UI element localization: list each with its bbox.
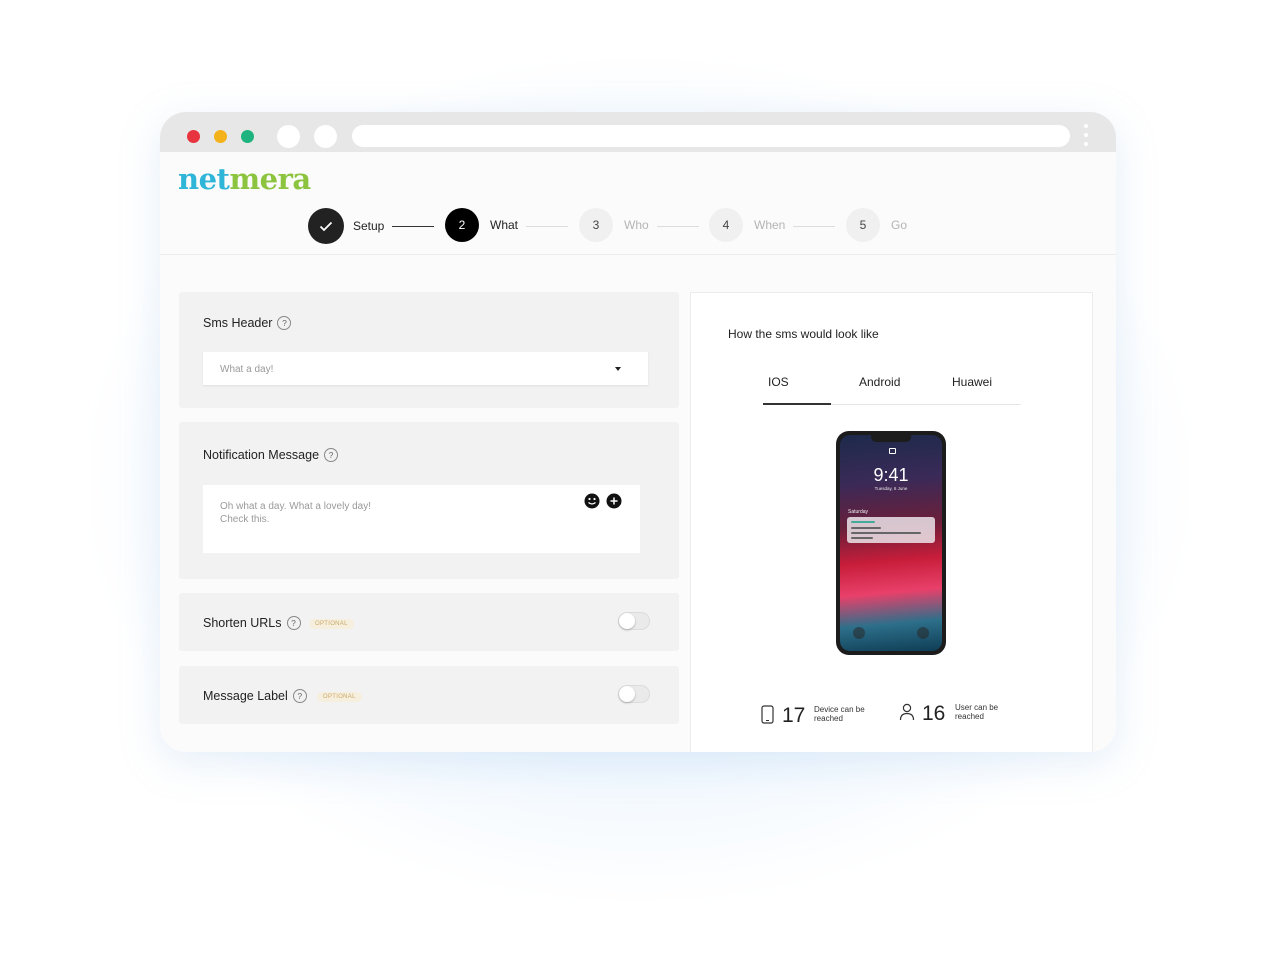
optional-badge: OPTIONAL <box>317 692 362 702</box>
tab-android[interactable]: Android <box>859 375 900 389</box>
forward-nav-button[interactable] <box>314 125 337 148</box>
notification-body-line <box>851 537 873 539</box>
help-icon[interactable]: ? <box>286 616 301 630</box>
devices-reachable-count: 17 <box>782 704 806 727</box>
message-label-toggle[interactable] <box>618 685 650 703</box>
browser-chrome <box>160 112 1116 152</box>
users-reachable-count: 16 <box>922 702 946 725</box>
notification-message-card: Notification Message? Oh what a day. Wha… <box>179 422 679 579</box>
step-connector <box>392 226 434 227</box>
notification-message-title: Notification Message? <box>203 448 339 462</box>
preview-title: How the sms would look like <box>728 327 879 341</box>
minimize-window-dot[interactable] <box>214 130 227 143</box>
sms-header-title-text: Sms Header <box>203 316 273 330</box>
toggle-knob <box>619 613 635 629</box>
tab-huawei[interactable]: Huawei <box>952 375 992 389</box>
message-line-1: Oh what a day. What a lovely day! <box>220 501 372 512</box>
notification-day-label: Saturday <box>848 509 869 515</box>
flashlight-icon <box>853 627 865 639</box>
message-line-2: Check this. <box>220 514 270 525</box>
netmera-logo[interactable]: netmera <box>178 162 311 196</box>
camera-icon <box>917 627 929 639</box>
step-what-number[interactable]: 2 <box>445 208 479 242</box>
sms-header-card: Sms Header? What a day! <box>179 292 679 408</box>
tab-ios[interactable]: IOS <box>768 375 789 389</box>
notification-message-title-text: Notification Message <box>203 448 320 462</box>
sms-preview-panel: How the sms would look like IOS Android … <box>690 292 1093 752</box>
step-setup-label[interactable]: Setup <box>353 219 384 233</box>
close-window-dot[interactable] <box>187 130 200 143</box>
browser-window: netmera Setup 2 What 3 Who 4 When 5 Go S… <box>160 112 1116 752</box>
back-nav-button[interactable] <box>277 125 300 148</box>
step-when-label[interactable]: When <box>754 218 785 232</box>
toggle-knob <box>619 686 635 702</box>
step-connector <box>526 226 568 227</box>
user-icon <box>899 703 915 721</box>
step-what-label[interactable]: What <box>490 218 518 232</box>
phone-notch <box>871 435 911 442</box>
emoji-icon[interactable] <box>584 493 600 509</box>
active-tab-indicator <box>763 403 831 405</box>
step-connector <box>657 226 699 227</box>
shorten-urls-toggle[interactable] <box>618 612 650 630</box>
phone-mockup: 9:41 Tuesday, 6 June Saturday <box>836 431 946 655</box>
step-go-number[interactable]: 5 <box>846 208 880 242</box>
sms-header-select[interactable]: What a day! <box>203 352 648 385</box>
lock-icon <box>889 448 896 454</box>
step-who-label[interactable]: Who <box>624 218 649 232</box>
users-reachable-label: User can be reached <box>955 703 999 721</box>
browser-menu-icon[interactable] <box>1084 124 1088 150</box>
notification-app-line <box>851 521 875 523</box>
sms-header-value: What a day! <box>220 364 274 375</box>
shorten-urls-title-text: Shorten URLs <box>203 616 282 630</box>
phone-clock: 9:41 <box>873 465 909 485</box>
message-label-title: Message Label? <box>203 689 307 703</box>
help-icon[interactable]: ? <box>277 316 292 330</box>
optional-badge: OPTIONAL <box>309 619 354 629</box>
header-divider <box>160 254 1116 255</box>
notification-message-textarea[interactable]: Oh what a day. What a lovely day! Check … <box>203 485 640 553</box>
help-icon[interactable]: ? <box>324 448 339 462</box>
address-bar[interactable] <box>352 125 1070 147</box>
step-who-number[interactable]: 3 <box>579 208 613 242</box>
step-setup-check-icon[interactable] <box>308 208 344 244</box>
sms-notification-preview <box>847 517 935 543</box>
devices-reachable-label: Device can be reached <box>814 705 865 723</box>
message-label-card: Message Label? OPTIONAL <box>179 666 679 724</box>
notification-body-line <box>851 532 921 534</box>
help-icon[interactable]: ? <box>292 689 307 703</box>
logo-text-mera: mera <box>229 162 311 196</box>
shorten-urls-card: Shorten URLs? OPTIONAL <box>179 593 679 651</box>
step-connector <box>793 226 835 227</box>
campaign-stepper: Setup 2 What 3 Who 4 When 5 Go <box>160 207 1116 247</box>
phone-device-icon <box>761 705 774 724</box>
step-when-number[interactable]: 4 <box>709 208 743 242</box>
step-go-label[interactable]: Go <box>891 218 907 232</box>
chevron-down-icon[interactable] <box>615 367 621 371</box>
phone-date: Tuesday, 6 June <box>874 486 908 491</box>
message-label-title-text: Message Label <box>203 689 288 703</box>
maximize-window-dot[interactable] <box>241 130 254 143</box>
shorten-urls-title: Shorten URLs? <box>203 616 301 630</box>
add-personalization-icon[interactable] <box>606 493 622 509</box>
notification-header-line <box>851 527 881 529</box>
phone-lock-screen: 9:41 Tuesday, 6 June Saturday <box>840 435 942 651</box>
sms-header-title: Sms Header? <box>203 316 292 330</box>
logo-text-net: net <box>178 162 230 196</box>
